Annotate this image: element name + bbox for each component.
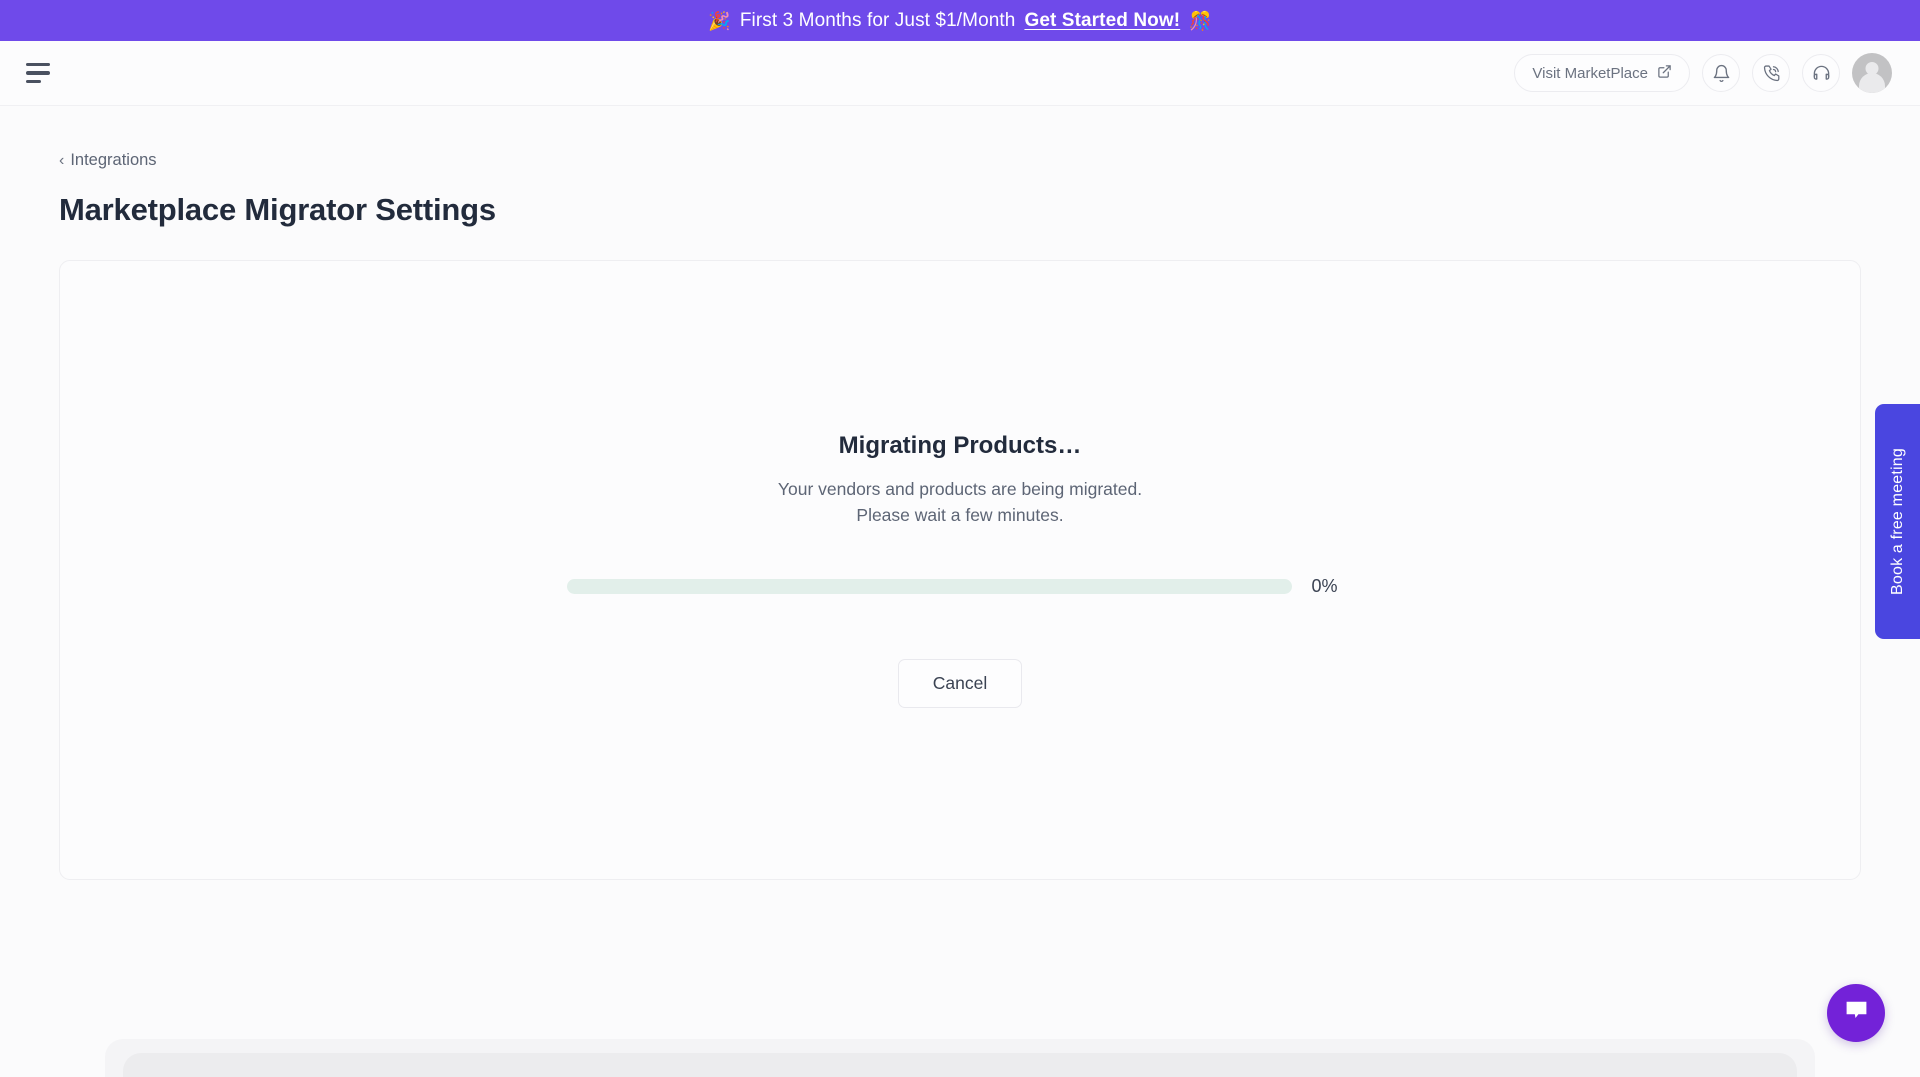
promo-banner: 🎉 First 3 Months for Just $1/Month Get S… <box>0 0 1920 41</box>
chat-widget-button[interactable] <box>1827 984 1885 1042</box>
book-meeting-tab[interactable]: Book a free meeting <box>1875 404 1920 639</box>
hamburger-line <box>26 71 50 75</box>
cancel-button[interactable]: Cancel <box>897 659 1023 709</box>
support-button[interactable] <box>1802 54 1840 92</box>
hamburger-line <box>26 62 50 67</box>
page-body: ‹ Integrations Marketplace Migrator Sett… <box>0 106 1920 1077</box>
calls-button[interactable] <box>1752 54 1790 92</box>
bottom-stacked-panels <box>105 1039 1815 1077</box>
get-started-link[interactable]: Get Started Now! <box>1024 10 1180 32</box>
progress-bar <box>566 579 1292 595</box>
confetti-icon: 🎊 <box>1189 10 1212 31</box>
party-popper-icon: 🎉 <box>708 10 731 31</box>
progress-percent-label: 0% <box>1311 576 1338 597</box>
notifications-button[interactable] <box>1702 54 1740 92</box>
chevron-left-icon: ‹ <box>59 151 65 169</box>
hamburger-line <box>26 79 41 84</box>
phone-ring-icon <box>1762 64 1781 83</box>
external-link-icon <box>1657 64 1672 83</box>
promo-banner-text: First 3 Months for Just $1/Month <box>739 9 1016 31</box>
avatar[interactable] <box>1852 53 1892 93</box>
avatar-body <box>1859 73 1885 93</box>
stacked-panel-back <box>105 1039 1815 1077</box>
migration-description-line-2: Please wait a few minutes. <box>856 505 1064 525</box>
stacked-panel-front <box>123 1053 1797 1077</box>
migration-title: Migrating Products… <box>838 431 1082 459</box>
visit-marketplace-label: Visit MarketPlace <box>1532 64 1648 82</box>
chat-bubble-icon <box>1843 997 1870 1029</box>
migration-description: Your vendors and products are being migr… <box>778 476 1142 529</box>
top-navbar: Visit MarketPlace <box>0 41 1920 106</box>
breadcrumb-label: Integrations <box>70 151 157 169</box>
book-meeting-label: Book a free meeting <box>1888 448 1906 595</box>
migration-description-line-1: Your vendors and products are being migr… <box>777 478 1143 499</box>
migration-card: Migrating Products… Your vendors and pro… <box>59 260 1861 880</box>
navbar-actions: Visit MarketPlace <box>1514 53 1892 93</box>
hamburger-icon[interactable] <box>26 62 52 84</box>
page-title: Marketplace Migrator Settings <box>59 192 496 227</box>
bell-icon <box>1712 64 1731 83</box>
visit-marketplace-button[interactable]: Visit MarketPlace <box>1514 54 1690 92</box>
progress-row: 0% <box>566 576 1354 597</box>
breadcrumb[interactable]: ‹ Integrations <box>59 151 157 170</box>
headset-icon <box>1812 64 1831 83</box>
